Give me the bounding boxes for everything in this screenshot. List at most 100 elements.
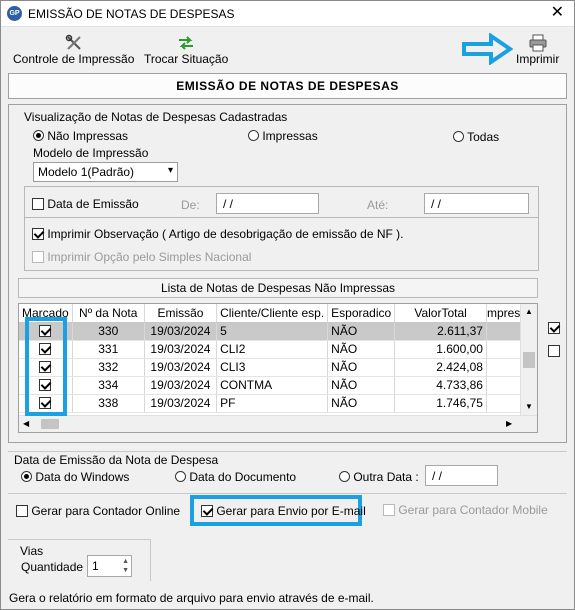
col-header[interactable]: Nº da Nota	[72, 304, 145, 323]
imprimir-simples-checkbox[interactable]: Imprimir Opção pelo Simples Nacional	[32, 250, 251, 264]
radio-todas[interactable]: Todas	[453, 130, 499, 144]
trocar-situacao-button[interactable]: Trocar Situação	[144, 34, 228, 66]
radio-todas-label: Todas	[467, 130, 500, 144]
table-row[interactable]: 334 19/03/2024 CONTMA NÃO 4.733,86	[19, 376, 537, 395]
horizontal-scrollbar[interactable]: ◀ ▶	[19, 415, 537, 432]
scroll-left-icon[interactable]: ◀	[23, 419, 29, 428]
contador-mobile-checkbox[interactable]: Gerar para Contador Mobile	[383, 503, 548, 517]
cell-cliente: 5	[216, 322, 329, 341]
printer-icon	[529, 34, 547, 52]
cell-valor: 2.424,08	[394, 358, 487, 377]
contador-mobile-label: Gerar para Contador Mobile	[398, 503, 548, 517]
checkbox-box[interactable]	[32, 198, 44, 210]
quantidade-label: Quantidade	[21, 560, 84, 574]
radio-dot[interactable]	[21, 471, 32, 482]
radio-dot[interactable]	[339, 471, 350, 482]
imprimir-button[interactable]: Imprimir	[516, 34, 559, 66]
col-header[interactable]: Emissão	[144, 304, 218, 323]
radio-dot[interactable]	[248, 130, 259, 141]
cell-cliente: CONTMA	[216, 376, 329, 395]
modelo-select-value: Modelo 1(Padrão)	[38, 165, 135, 179]
cell-valor: 1.600,00	[394, 340, 487, 359]
radio-data-documento-label: Data do Documento	[189, 470, 297, 484]
cell-nota: 331	[72, 340, 145, 359]
spinner-arrows-icon[interactable]: ▲ ▼	[122, 557, 129, 575]
visualizacao-group-label: Visualização de Notas de Despesas Cadast…	[24, 110, 288, 124]
close-icon[interactable]: ✕	[551, 4, 564, 22]
modelo-label: Modelo de Impressão	[33, 146, 149, 160]
scroll-down-icon[interactable]: ▼	[525, 402, 533, 411]
arrow-right-icon	[462, 33, 513, 65]
checkbox-box[interactable]	[548, 322, 560, 334]
radio-impressas[interactable]: Impressas	[248, 129, 318, 143]
title-bar: GP EMISSÃO DE NOTAS DE DESPESAS ✕	[1, 1, 574, 27]
checkbox-box[interactable]	[32, 251, 44, 263]
ate-date-input[interactable]: / /	[424, 193, 529, 214]
outra-data-input[interactable]: / /	[425, 465, 498, 486]
scroll-right-icon[interactable]: ▶	[506, 419, 512, 428]
page-title: EMISSÃO DE NOTAS DE DESPESAS	[8, 73, 567, 99]
window-title: EMISSÃO DE NOTAS DE DESPESAS	[28, 7, 235, 21]
ate-label: Até:	[367, 198, 389, 212]
cell-nota: 338	[72, 394, 145, 413]
radio-impressas-label: Impressas	[262, 129, 318, 143]
col-header[interactable]: Cliente/Cliente esp.	[216, 304, 329, 323]
main-window: GP EMISSÃO DE NOTAS DE DESPESAS ✕ Contro…	[0, 0, 575, 610]
imprimir-observacao-checkbox[interactable]: Imprimir Observação ( Artigo de desobrig…	[32, 227, 404, 241]
data-emissao-nota-label: Data de Emissão da Nota de Despesa	[14, 453, 219, 467]
checkbox-box[interactable]	[548, 345, 560, 357]
table-row[interactable]: 332 19/03/2024 CLI3 NÃO 2.424,08	[19, 358, 537, 377]
envio-email-label: Gerar para Envio por E-mail	[216, 504, 366, 518]
select-all-checkbox[interactable]	[548, 321, 560, 335]
radio-data-documento[interactable]: Data do Documento	[175, 470, 296, 484]
checkbox-box[interactable]	[32, 228, 44, 240]
chevron-down-icon: ▾	[167, 165, 173, 176]
table-row[interactable]: 330 19/03/2024 5 NÃO 2.611,37	[19, 322, 537, 341]
table-row[interactable]: 331 19/03/2024 CLI2 NÃO 1.600,00	[19, 340, 537, 359]
radio-dot[interactable]	[175, 471, 186, 482]
scroll-thumb[interactable]	[523, 352, 535, 368]
status-bar: Gera o relatório em formato de arquivo p…	[9, 591, 374, 605]
checkbox-box[interactable]	[16, 505, 28, 517]
cell-cliente: CLI2	[216, 340, 329, 359]
radio-outra-data[interactable]: Outra Data :	[339, 470, 419, 484]
cell-esporadico: NÃO	[327, 358, 396, 377]
cell-cliente: CLI3	[216, 358, 329, 377]
controle-impressao-label: Controle de Impressão	[13, 52, 135, 66]
cell-emissao: 19/03/2024	[144, 322, 218, 341]
scroll-up-icon[interactable]: ▲	[525, 307, 533, 316]
checkbox-box[interactable]	[383, 504, 395, 516]
notas-table: Marcado Nº da Nota Emissão Cliente/Clien…	[18, 303, 538, 433]
deselect-all-checkbox[interactable]	[548, 344, 560, 358]
app-logo-icon: GP	[7, 6, 22, 21]
imprimir-label: Imprimir	[516, 52, 560, 66]
checkbox-box[interactable]	[201, 505, 213, 517]
swap-arrows-icon	[179, 36, 194, 50]
de-date-input[interactable]: / /	[216, 193, 319, 214]
cell-nota: 332	[72, 358, 145, 377]
data-emissao-checkbox[interactable]: Data de Emissão	[32, 197, 139, 211]
col-header[interactable]: Esporadico	[327, 304, 396, 323]
toolbar: Controle de Impressão Trocar Situação Im…	[1, 28, 574, 70]
col-header[interactable]: ValorTotal	[394, 304, 487, 323]
cell-nota: 330	[72, 322, 145, 341]
imprimir-observacao-label: Imprimir Observação ( Artigo de desobrig…	[47, 227, 404, 241]
radio-nao-impressas[interactable]: Não Impressas	[33, 129, 128, 143]
cell-esporadico: NÃO	[327, 322, 396, 341]
radio-data-windows[interactable]: Data do Windows	[21, 470, 129, 484]
imprimir-simples-label: Imprimir Opção pelo Simples Nacional	[47, 250, 252, 264]
vertical-scrollbar[interactable]: ▲ ▼	[520, 304, 537, 416]
radio-dot[interactable]	[453, 131, 464, 142]
radio-nao-impressas-label: Não Impressas	[47, 129, 129, 143]
radio-dot[interactable]	[33, 130, 44, 141]
envio-email-checkbox[interactable]: Gerar para Envio por E-mail	[201, 504, 366, 518]
modelo-select[interactable]: Modelo 1(Padrão) ▾	[33, 162, 178, 182]
contador-online-checkbox[interactable]: Gerar para Contador Online	[16, 504, 180, 518]
quantidade-spinner[interactable]: 1 ▲ ▼	[87, 555, 132, 577]
table-row[interactable]: 338 19/03/2024 PF NÃO 1.746,75	[19, 394, 537, 413]
cell-emissao: 19/03/2024	[144, 340, 218, 359]
scroll-thumb[interactable]	[41, 419, 59, 429]
tools-icon	[65, 34, 81, 50]
controle-impressao-button[interactable]: Controle de Impressão	[13, 34, 134, 66]
highlight-marcado-column	[25, 317, 67, 416]
